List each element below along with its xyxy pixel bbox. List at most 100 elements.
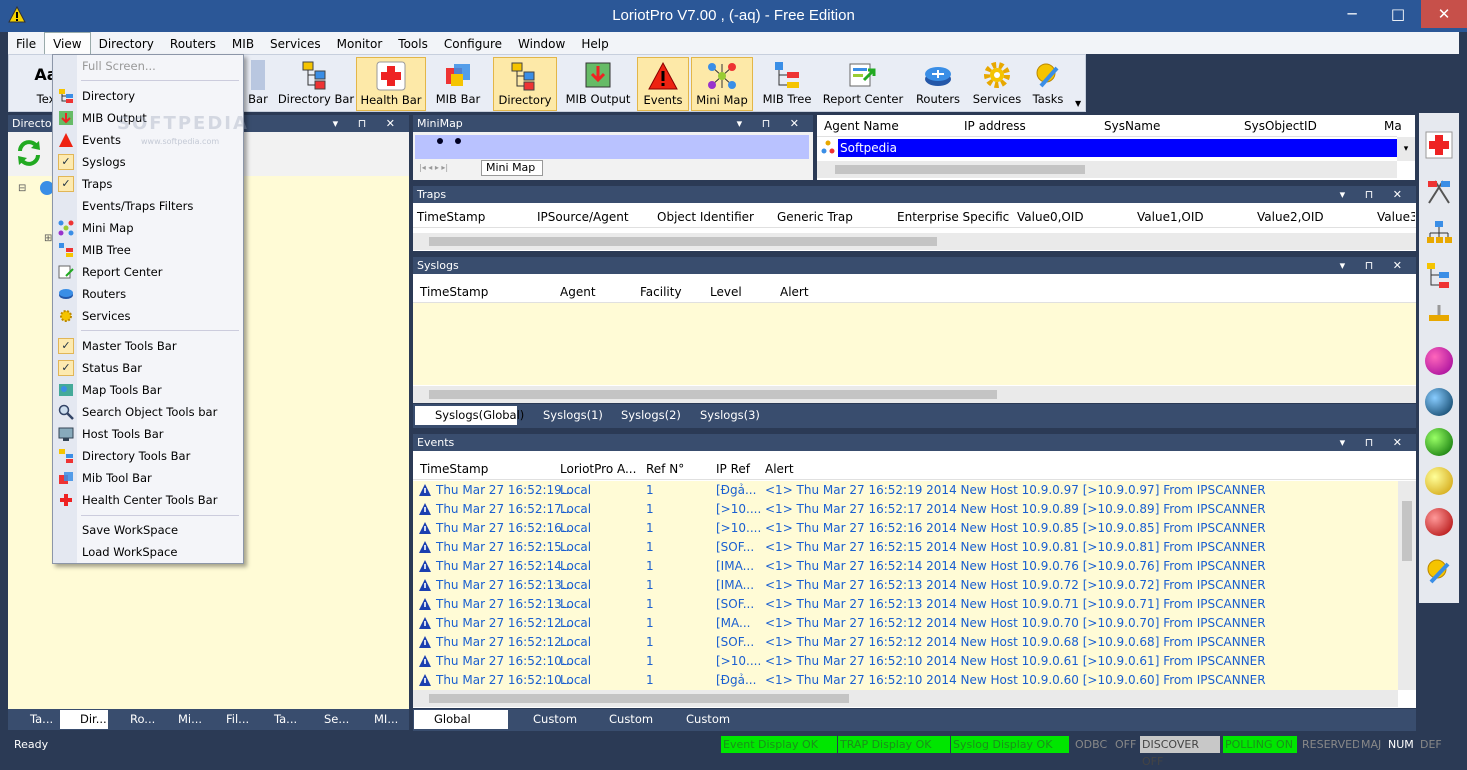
agents-hscroll[interactable] — [817, 161, 1397, 178]
menu-monitor[interactable]: Monitor — [329, 33, 391, 55]
event-row[interactable]: Thu Mar 27 16:52:19... Local 1 [Ðgả... <1> T… — [413, 481, 1398, 500]
tab-syslogs-global[interactable]: Syslogs(Global) — [415, 406, 524, 425]
tab-tasks[interactable]: Ta... — [10, 710, 58, 729]
event-row[interactable]: Thu Mar 27 16:52:13... Local 1 [SOF... <1> T… — [413, 595, 1398, 614]
col-generic-trap[interactable]: Generic Trap — [777, 210, 853, 224]
network-tree-icon[interactable] — [1425, 219, 1453, 247]
directory-button[interactable]: Directory — [493, 57, 557, 111]
col-facility[interactable]: Facility — [640, 285, 682, 299]
menu-file[interactable]: File — [8, 33, 44, 55]
purple-status-orb[interactable] — [1425, 347, 1453, 375]
tab-tasks-2[interactable]: Ta... — [254, 710, 302, 729]
green-status-orb[interactable] — [1425, 428, 1453, 456]
menu-help[interactable]: Help — [573, 33, 616, 55]
toolbar-overflow-icon[interactable]: ▼ — [1075, 99, 1081, 108]
event-row[interactable]: Thu Mar 27 16:52:12... Local 1 [MA... <1> Th… — [413, 614, 1398, 633]
tab-syslogs-1[interactable]: Syslogs(1) — [523, 406, 603, 425]
syslogs-hscroll[interactable] — [413, 386, 1416, 403]
col-ipsource[interactable]: IPSource/Agent — [537, 210, 629, 224]
events-hscroll[interactable] — [413, 690, 1398, 707]
col-value1[interactable]: Value1,OID — [1137, 210, 1204, 224]
col-timestamp[interactable]: TimeStamp — [420, 462, 488, 476]
col-value2[interactable]: Value2,OID — [1257, 210, 1324, 224]
menu-item-mib-tool-bar[interactable]: Mib Tool Bar — [53, 467, 243, 489]
menu-item-load-workspace[interactable]: Load WorkSpace — [53, 541, 243, 563]
agents-vscroll[interactable]: ▾ — [1397, 137, 1415, 161]
tab-filters[interactable]: Fil... — [206, 710, 254, 729]
minimap-nav-arrows[interactable]: |◂ ◂ ▸ ▸| — [419, 163, 448, 172]
menu-item-syslogs[interactable]: ✓ Syslogs — [53, 151, 243, 173]
mib-tree-button[interactable]: MIB Tree — [757, 57, 817, 111]
menu-item-status-bar[interactable]: ✓ Status Bar — [53, 357, 243, 379]
menu-tools[interactable]: Tools — [390, 33, 436, 55]
col-level[interactable]: Level — [710, 285, 742, 299]
menu-item-save-workspace[interactable]: Save WorkSpace — [53, 519, 243, 541]
blue-status-orb[interactable] — [1425, 388, 1453, 416]
tab-mini-map[interactable]: Mini Map — [481, 160, 543, 176]
tasks-tools-icon[interactable] — [1423, 555, 1453, 585]
maximize-button[interactable]: □ — [1375, 0, 1421, 28]
tab-routers[interactable]: Ro... — [110, 710, 158, 729]
col-value0[interactable]: Value0,OID — [1017, 210, 1084, 224]
syslogs-controls[interactable]: ▾ ⊓ ✕ — [1340, 257, 1410, 274]
scroll-thumb[interactable] — [429, 237, 937, 246]
close-button[interactable]: ✕ — [1421, 0, 1467, 28]
col-object-identifier[interactable]: Object Identifier — [657, 210, 754, 224]
traps-hscroll[interactable] — [413, 233, 1416, 250]
menu-mib[interactable]: MIB — [224, 33, 262, 55]
menu-item-directory-tools-bar[interactable]: Directory Tools Bar — [53, 445, 243, 467]
mib-bar-button[interactable]: MIB Bar — [431, 57, 485, 111]
menu-item-master-tools-bar[interactable]: ✓ Master Tools Bar — [53, 335, 243, 357]
panel-controls[interactable]: ▾ ⊓ ✕ — [333, 115, 403, 132]
tab-directory[interactable]: Dir... — [60, 710, 108, 729]
menu-item-health-center-tools-bar[interactable]: Health Center Tools Bar — [53, 489, 243, 511]
report-center-button[interactable]: Report Center — [822, 57, 904, 111]
event-row[interactable]: Thu Mar 27 16:52:17... Local 1 [>10.... <1> … — [413, 500, 1398, 519]
scroll-thumb[interactable] — [429, 390, 997, 399]
bar-button[interactable]: Bar — [244, 57, 272, 111]
col-alert[interactable]: Alert — [765, 462, 794, 476]
tab-services[interactable]: Se... — [304, 710, 352, 729]
col-enterprise-specific[interactable]: Enterprise Specific — [897, 210, 1009, 224]
refresh-icon[interactable] — [14, 138, 44, 168]
event-row[interactable]: Thu Mar 27 16:52:12... Local 1 [SOF... <1> T… — [413, 633, 1398, 652]
tasks-button[interactable]: Tasks — [1029, 57, 1067, 111]
tab-syslogs-2[interactable]: Syslogs(2) — [601, 406, 681, 425]
directory-bar-button[interactable]: Directory Bar — [277, 57, 355, 111]
map-node[interactable] — [455, 138, 461, 144]
menu-services[interactable]: Services — [262, 33, 329, 55]
switch-icon[interactable] — [1425, 301, 1453, 329]
flags-icon[interactable] — [1425, 177, 1453, 205]
event-row[interactable]: Thu Mar 27 16:52:15... Local 1 [SOF... <1> T… — [413, 538, 1398, 557]
scroll-thumb[interactable] — [429, 694, 849, 703]
menu-routers[interactable]: Routers — [162, 33, 224, 55]
menu-item-full-screen[interactable]: Full Screen... — [53, 55, 243, 77]
event-row[interactable]: Thu Mar 27 16:52:14... Local 1 [IMA... <1> T… — [413, 557, 1398, 576]
services-button[interactable]: Services — [969, 57, 1025, 111]
tab-global-events[interactable]: Global Events — [414, 710, 508, 745]
menu-item-services[interactable]: Services — [53, 305, 243, 327]
menu-item-directory[interactable]: Directory — [53, 85, 243, 107]
col-timestamp[interactable]: TimeStamp — [417, 210, 485, 224]
col-loriotpro-agent[interactable]: LoriotPro A... — [560, 462, 636, 476]
menu-item-routers[interactable]: Routers — [53, 283, 243, 305]
col-timestamp[interactable]: TimeStamp — [420, 285, 488, 299]
mini-map-button[interactable]: Mini Map — [691, 57, 753, 111]
routers-button[interactable]: Routers — [911, 57, 965, 111]
tab-custom-3[interactable]: Custom 3 — [666, 710, 738, 745]
events-controls[interactable]: ▾ ⊓ ✕ — [1340, 434, 1410, 451]
menu-view[interactable]: View — [44, 32, 91, 54]
col-sysobjectid[interactable]: SysObjectID — [1244, 119, 1317, 133]
directory-tree-icon[interactable] — [1425, 261, 1453, 289]
events-button[interactable]: Events — [637, 57, 689, 111]
event-row[interactable]: Thu Mar 27 16:52:10... Local 1 [Ðgả... <1> T… — [413, 671, 1398, 690]
events-vscroll[interactable] — [1398, 481, 1416, 690]
red-status-orb[interactable] — [1425, 508, 1453, 536]
agent-row-selected[interactable]: Softpedia — [838, 139, 1398, 157]
minimap-canvas[interactable] — [415, 135, 809, 159]
scroll-thumb[interactable] — [1402, 501, 1412, 561]
yellow-status-orb[interactable] — [1425, 467, 1453, 495]
menu-item-report-center[interactable]: Report Center — [53, 261, 243, 283]
menu-item-mib-tree[interactable]: MIB Tree — [53, 239, 243, 261]
col-ma[interactable]: Ma — [1384, 119, 1402, 133]
